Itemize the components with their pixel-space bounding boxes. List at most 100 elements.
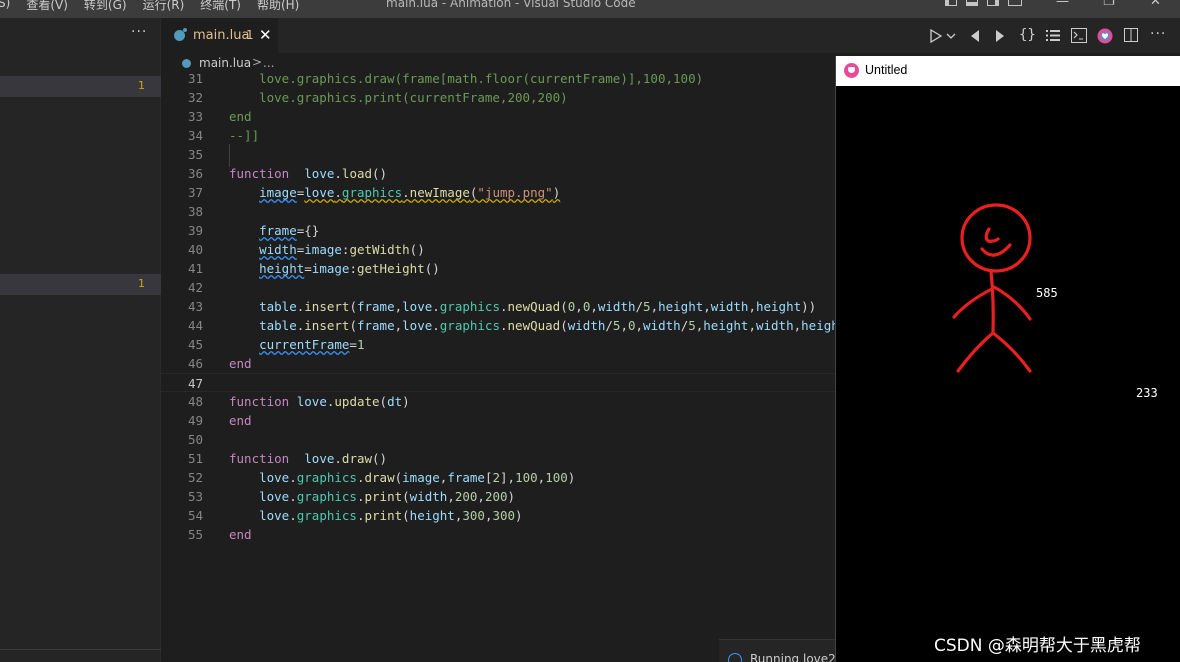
explorer-item[interactable]: 1 — [0, 274, 161, 295]
window-title: main.lua - Animation - Visual Studio Cod… — [386, 0, 636, 10]
problem-count-badge: 1 — [138, 277, 145, 290]
code-line[interactable]: 42 — [161, 278, 835, 297]
toggle-panel-icon[interactable] — [966, 0, 978, 6]
close-window-icon[interactable]: ✕ — [1150, 0, 1161, 9]
title-bar: S) 查看(V) 转到(G) 运行(R) 终端(T) 帮助(H) main.lu… — [0, 0, 1180, 18]
split-editor-icon[interactable] — [1124, 28, 1139, 43]
line-text: end — [229, 527, 252, 542]
line-text: function love.draw() — [229, 451, 388, 466]
explorer-item-selected[interactable]: 1 — [0, 76, 161, 97]
menu-item-selection[interactable]: S) — [0, 0, 10, 13]
tab-close-icon[interactable]: ✕ — [259, 26, 272, 44]
chevron-down-icon[interactable] — [946, 33, 956, 41]
menu-item-go[interactable]: 转到(G) — [84, 0, 127, 13]
code-line[interactable]: 48 function love.update(dt) — [161, 392, 835, 411]
code-line[interactable]: 54 love.graphics.print(height,300,300) — [161, 506, 835, 525]
line-number: 40 — [187, 242, 203, 257]
love2d-icon[interactable] — [1097, 28, 1113, 44]
printed-width-value: 585 — [1036, 286, 1058, 300]
breadcrumb-symbol[interactable]: ... — [263, 56, 274, 70]
code-line[interactable]: 51 function love.draw() — [161, 449, 835, 468]
line-number: 44 — [187, 318, 203, 333]
line-number: 54 — [187, 508, 203, 523]
line-number: 48 — [187, 394, 203, 409]
line-number: 39 — [187, 223, 203, 238]
menu-item-help[interactable]: 帮助(H) — [257, 0, 299, 13]
line-number: 31 — [187, 71, 203, 86]
code-line[interactable]: 35 — [161, 145, 835, 164]
code-line[interactable]: 34 --]] — [161, 126, 835, 145]
line-text: love.graphics.draw(frame[math.floor(curr… — [229, 71, 704, 86]
code-line[interactable]: 37 image=love.graphics.newImage("jump.pn… — [161, 183, 835, 202]
code-line[interactable]: 38 — [161, 202, 835, 221]
minimize-icon[interactable]: — — [1056, 0, 1069, 9]
code-line[interactable]: 46 end — [161, 354, 835, 373]
code-line[interactable]: 53 love.graphics.print(width,200,200) — [161, 487, 835, 506]
line-number: 32 — [187, 90, 203, 105]
love2d-window[interactable]: Untitled 585 233 CSDN @森明帮大于黑虎帮 — [835, 56, 1180, 662]
code-line[interactable]: 52 love.graphics.draw(image,frame[2],100… — [161, 468, 835, 487]
line-text: love.graphics.print(height,300,300) — [259, 508, 523, 523]
restore-icon[interactable]: ❐ — [1103, 0, 1115, 9]
code-line-current[interactable]: 47 — [161, 373, 835, 392]
notification-text: Running love2d — [750, 652, 835, 662]
list-icon[interactable] — [1046, 29, 1060, 42]
line-number: 49 — [187, 413, 203, 428]
go-forward-icon[interactable] — [994, 29, 1006, 43]
code-line[interactable]: 50 — [161, 430, 835, 449]
code-line[interactable]: 55 end — [161, 525, 835, 544]
line-text: love.graphics.draw(image,frame[2],100,10… — [259, 470, 576, 485]
menu-item-terminal[interactable]: 终端(T) — [200, 0, 241, 13]
line-number: 45 — [187, 337, 203, 352]
line-number: 34 — [187, 128, 203, 143]
line-number: 55 — [187, 527, 203, 542]
line-number: 35 — [187, 147, 203, 162]
tab-main-lua[interactable]: main.lua 1 ✕ — [161, 18, 278, 53]
line-number: 43 — [187, 299, 203, 314]
code-line[interactable]: 32 love.graphics.print(currentFrame,200,… — [161, 88, 835, 107]
code-line[interactable]: 49 end — [161, 411, 835, 430]
line-number: 50 — [187, 432, 203, 447]
notification-toast[interactable]: Running love2d — [719, 639, 835, 662]
code-editor[interactable]: 31 love.graphics.draw(frame[math.floor(c… — [161, 69, 835, 662]
menu-item-run[interactable]: 运行(R) — [143, 0, 185, 13]
line-text: table.insert(frame,love.graphics.newQuad… — [259, 299, 817, 314]
layout-controls — [945, 0, 1022, 6]
line-text: --]] — [229, 128, 260, 143]
line-number: 53 — [187, 489, 203, 504]
run-icon[interactable] — [929, 29, 943, 43]
more-actions-icon[interactable]: ··· — [1150, 26, 1166, 42]
line-text: table.insert(frame,love.graphics.newQuad… — [259, 318, 835, 333]
line-text: width=image:getWidth() — [259, 242, 425, 257]
toggle-secondary-sidebar-icon[interactable] — [987, 0, 999, 6]
breadcrumb-file[interactable]: main.lua — [199, 56, 251, 70]
terminal-icon[interactable] — [1071, 28, 1087, 43]
code-line[interactable]: 45 currentFrame=1 — [161, 335, 835, 354]
lua-file-icon — [182, 59, 191, 68]
code-line[interactable]: 41 height=image:getHeight() — [161, 259, 835, 278]
line-text: function love.update(dt) — [229, 394, 410, 409]
love2d-icon — [844, 63, 859, 78]
customize-layout-icon[interactable] — [1008, 0, 1022, 6]
problem-count-badge: 1 — [138, 79, 145, 92]
game-canvas[interactable]: 585 233 — [836, 86, 1180, 662]
code-line[interactable]: 43 table.insert(frame,love.graphics.newQ… — [161, 297, 835, 316]
sidebar-more-icon[interactable]: ··· — [131, 24, 147, 40]
code-line[interactable]: 33 end — [161, 107, 835, 126]
explorer-sidebar: ··· 1 1 — [0, 18, 161, 662]
code-line[interactable]: 31 love.graphics.draw(frame[math.floor(c… — [161, 69, 835, 88]
love2d-titlebar[interactable]: Untitled — [836, 56, 1180, 86]
code-line[interactable]: 44 table.insert(frame,love.graphics.newQ… — [161, 316, 835, 335]
line-text: love.graphics.print(width,200,200) — [259, 489, 516, 504]
braces-icon[interactable]: {} — [1019, 27, 1036, 43]
go-back-icon[interactable] — [969, 29, 981, 43]
line-text: function love.load() — [229, 166, 388, 181]
line-text: end — [229, 413, 252, 428]
menu-item-view[interactable]: 查看(V) — [26, 0, 68, 13]
code-line[interactable]: 40 width=image:getWidth() — [161, 240, 835, 259]
toggle-sidebar-icon[interactable] — [945, 0, 957, 6]
code-line[interactable]: 39 frame={} — [161, 221, 835, 240]
line-text: end — [229, 356, 252, 371]
code-line[interactable]: 36 function love.load() — [161, 164, 835, 183]
lua-file-icon — [174, 28, 187, 41]
